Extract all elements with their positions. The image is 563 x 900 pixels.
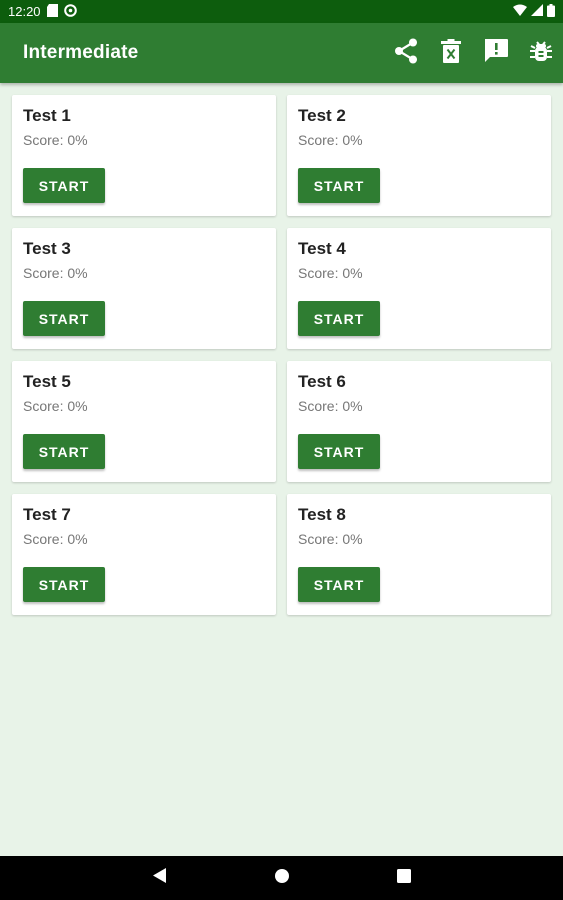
start-button[interactable]: START <box>298 301 380 336</box>
test-grid: Test 1 Score: 0% START Test 2 Score: 0% … <box>12 95 551 615</box>
test-score: Score: 0% <box>23 531 88 547</box>
start-button[interactable]: START <box>23 168 105 203</box>
battery-icon <box>547 3 555 20</box>
share-button[interactable] <box>383 23 428 83</box>
test-card: Test 6 Score: 0% START <box>287 361 551 482</box>
test-title: Test 3 <box>23 239 71 258</box>
test-score: Score: 0% <box>298 398 363 414</box>
navigation-bar <box>0 856 563 900</box>
test-score: Score: 0% <box>23 265 88 281</box>
start-button[interactable]: START <box>23 434 105 469</box>
back-button[interactable] <box>140 858 180 898</box>
share-icon <box>394 38 418 69</box>
test-score: Score: 0% <box>23 132 88 148</box>
delete-button[interactable] <box>428 23 473 83</box>
app-bar: Intermediate <box>0 23 563 83</box>
bug-icon <box>529 39 552 68</box>
test-card: Test 5 Score: 0% START <box>12 361 276 482</box>
start-button[interactable]: START <box>298 434 380 469</box>
test-title: Test 7 <box>23 505 71 524</box>
wifi-icon <box>513 4 527 19</box>
status-time: 12:20 <box>8 4 41 19</box>
signal-icon <box>531 4 543 19</box>
test-card: Test 8 Score: 0% START <box>287 494 551 615</box>
start-button[interactable]: START <box>23 567 105 602</box>
test-title: Test 6 <box>298 372 346 391</box>
start-button[interactable]: START <box>298 567 380 602</box>
test-score: Score: 0% <box>298 132 363 148</box>
data-saver-icon <box>63 3 77 20</box>
test-card: Test 3 Score: 0% START <box>12 228 276 349</box>
test-title: Test 1 <box>23 106 71 125</box>
test-title: Test 4 <box>298 239 346 258</box>
app-actions <box>383 23 563 83</box>
test-title: Test 2 <box>298 106 346 125</box>
recents-icon <box>396 868 411 888</box>
test-card: Test 2 Score: 0% START <box>287 95 551 216</box>
test-card: Test 7 Score: 0% START <box>12 494 276 615</box>
feedback-button[interactable] <box>473 23 518 83</box>
start-button[interactable]: START <box>23 301 105 336</box>
home-icon <box>274 868 289 888</box>
test-title: Test 5 <box>23 372 71 391</box>
bug-report-button[interactable] <box>518 23 563 83</box>
sd-card-icon <box>46 3 58 20</box>
test-title: Test 8 <box>298 505 346 524</box>
app-title: Intermediate <box>23 42 139 63</box>
back-icon <box>153 868 166 888</box>
test-card: Test 4 Score: 0% START <box>287 228 551 349</box>
start-button[interactable]: START <box>298 168 380 203</box>
status-bar: 12:20 <box>0 0 563 23</box>
test-score: Score: 0% <box>23 398 88 414</box>
status-right <box>513 3 555 20</box>
test-score: Score: 0% <box>298 265 363 281</box>
test-card: Test 1 Score: 0% START <box>12 95 276 216</box>
delete-icon <box>440 38 461 68</box>
test-score: Score: 0% <box>298 531 363 547</box>
feedback-icon <box>483 38 509 69</box>
home-button[interactable] <box>262 858 302 898</box>
recents-button[interactable] <box>384 858 424 898</box>
status-left: 12:20 <box>8 3 77 20</box>
